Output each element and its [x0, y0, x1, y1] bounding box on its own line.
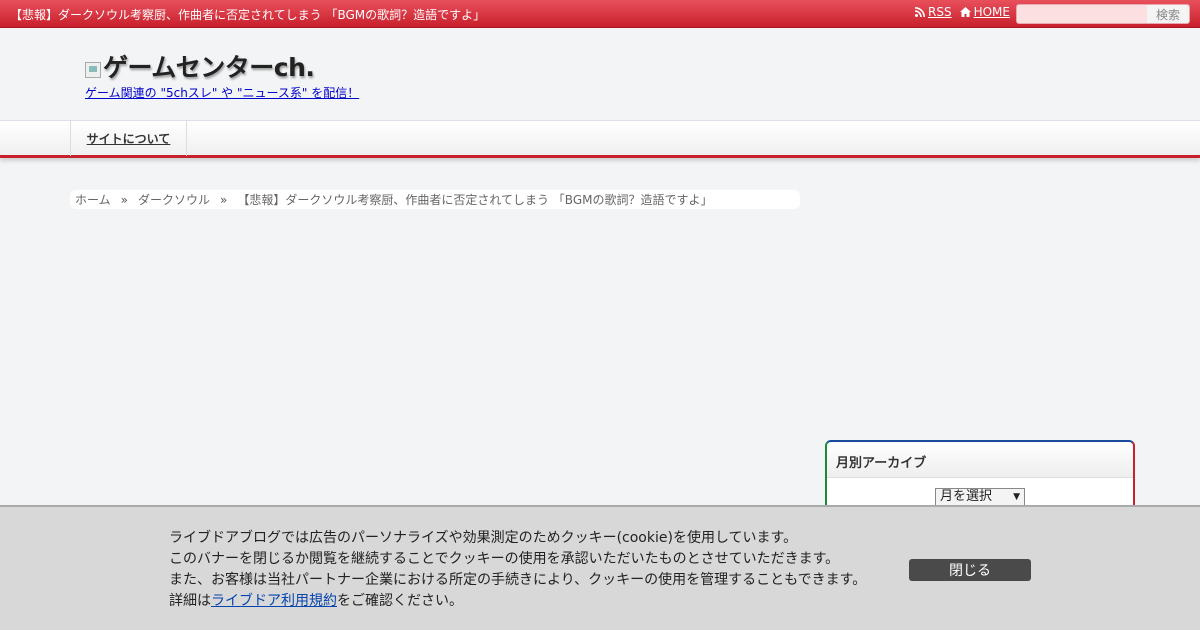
cookie-line-3: また、お客様は当社パートナー企業における所定の手続きにより、クッキーの使用を管理… — [169, 572, 867, 588]
search-button[interactable]: 検索 — [1147, 5, 1189, 23]
broken-image-icon — [85, 62, 101, 78]
cookie-line-4: 詳細はライブドア利用規約をご確認ください。 — [169, 591, 866, 612]
site-logo-link[interactable]: ゲームセンターch. — [85, 48, 315, 84]
article-title-bar: 【悲報】ダークソウル考察厨、作曲者に否定されてしまう 「BGMの歌詞？造語ですよ… — [10, 8, 486, 22]
breadcrumb: ホーム » ダークソウル » 【悲報】ダークソウル考察厨、作曲者に否定されてしま… — [70, 190, 800, 209]
breadcrumb-separator: » — [220, 192, 228, 207]
home-icon — [959, 7, 971, 17]
rss-icon — [915, 7, 925, 17]
top-bar: 【悲報】ダークソウル考察厨、作曲者に否定されてしまう 「BGMの歌詞？造語ですよ… — [0, 0, 1200, 28]
top-links: RSS HOME — [915, 5, 1018, 19]
breadcrumb-separator: » — [120, 192, 128, 207]
month-select-value: 月を選択 — [940, 489, 993, 504]
home-link[interactable]: HOME — [959, 5, 1010, 19]
cookie-message: ライブドアブログでは広告のパーソナライズや効果測定のためクッキー(cookie)… — [169, 528, 866, 612]
cookie-banner: ライブドアブログでは広告のパーソナライズや効果測定のためクッキー(cookie)… — [0, 505, 1200, 630]
cookie-close-button[interactable]: 閉じる — [909, 559, 1031, 581]
nav-item-about[interactable]: サイトについて — [70, 121, 187, 156]
cookie-line-1: ライブドアブログでは広告のパーソナライズや効果測定のためクッキー(cookie)… — [169, 530, 798, 546]
global-nav: サイトについて — [0, 120, 1200, 158]
rss-link[interactable]: RSS — [915, 5, 952, 19]
search-input[interactable] — [1017, 5, 1145, 23]
site-title: ゲームセンターch. — [103, 53, 315, 82]
dropdown-arrow-icon: ▼ — [1013, 492, 1020, 502]
cookie-line-4-prefix: 詳細は — [169, 593, 211, 609]
breadcrumb-current: 【悲報】ダークソウル考察厨、作曲者に否定されてしまう 「BGMの歌詞？造語ですよ… — [237, 193, 713, 207]
breadcrumb-category[interactable]: ダークソウル — [138, 191, 210, 208]
search-box: 検索 — [1016, 4, 1190, 24]
cookie-line-4-suffix: をご確認ください。 — [337, 593, 463, 609]
home-label: HOME — [973, 5, 1010, 19]
month-select[interactable]: 月を選択 ▼ — [935, 488, 1025, 506]
breadcrumb-home[interactable]: ホーム — [75, 191, 111, 208]
rss-label: RSS — [928, 5, 952, 19]
cookie-line-2: このバナーを閉じるか閲覧を継続することでクッキーの使用を承認いただいたものとさせ… — [169, 551, 840, 567]
terms-link[interactable]: ライブドア利用規約 — [211, 593, 337, 609]
site-description-link[interactable]: ゲーム関連の "5chスレ" や "ニュース系" を配信！ — [85, 84, 359, 101]
widget-title: 月別アーカイブ — [827, 442, 1133, 478]
